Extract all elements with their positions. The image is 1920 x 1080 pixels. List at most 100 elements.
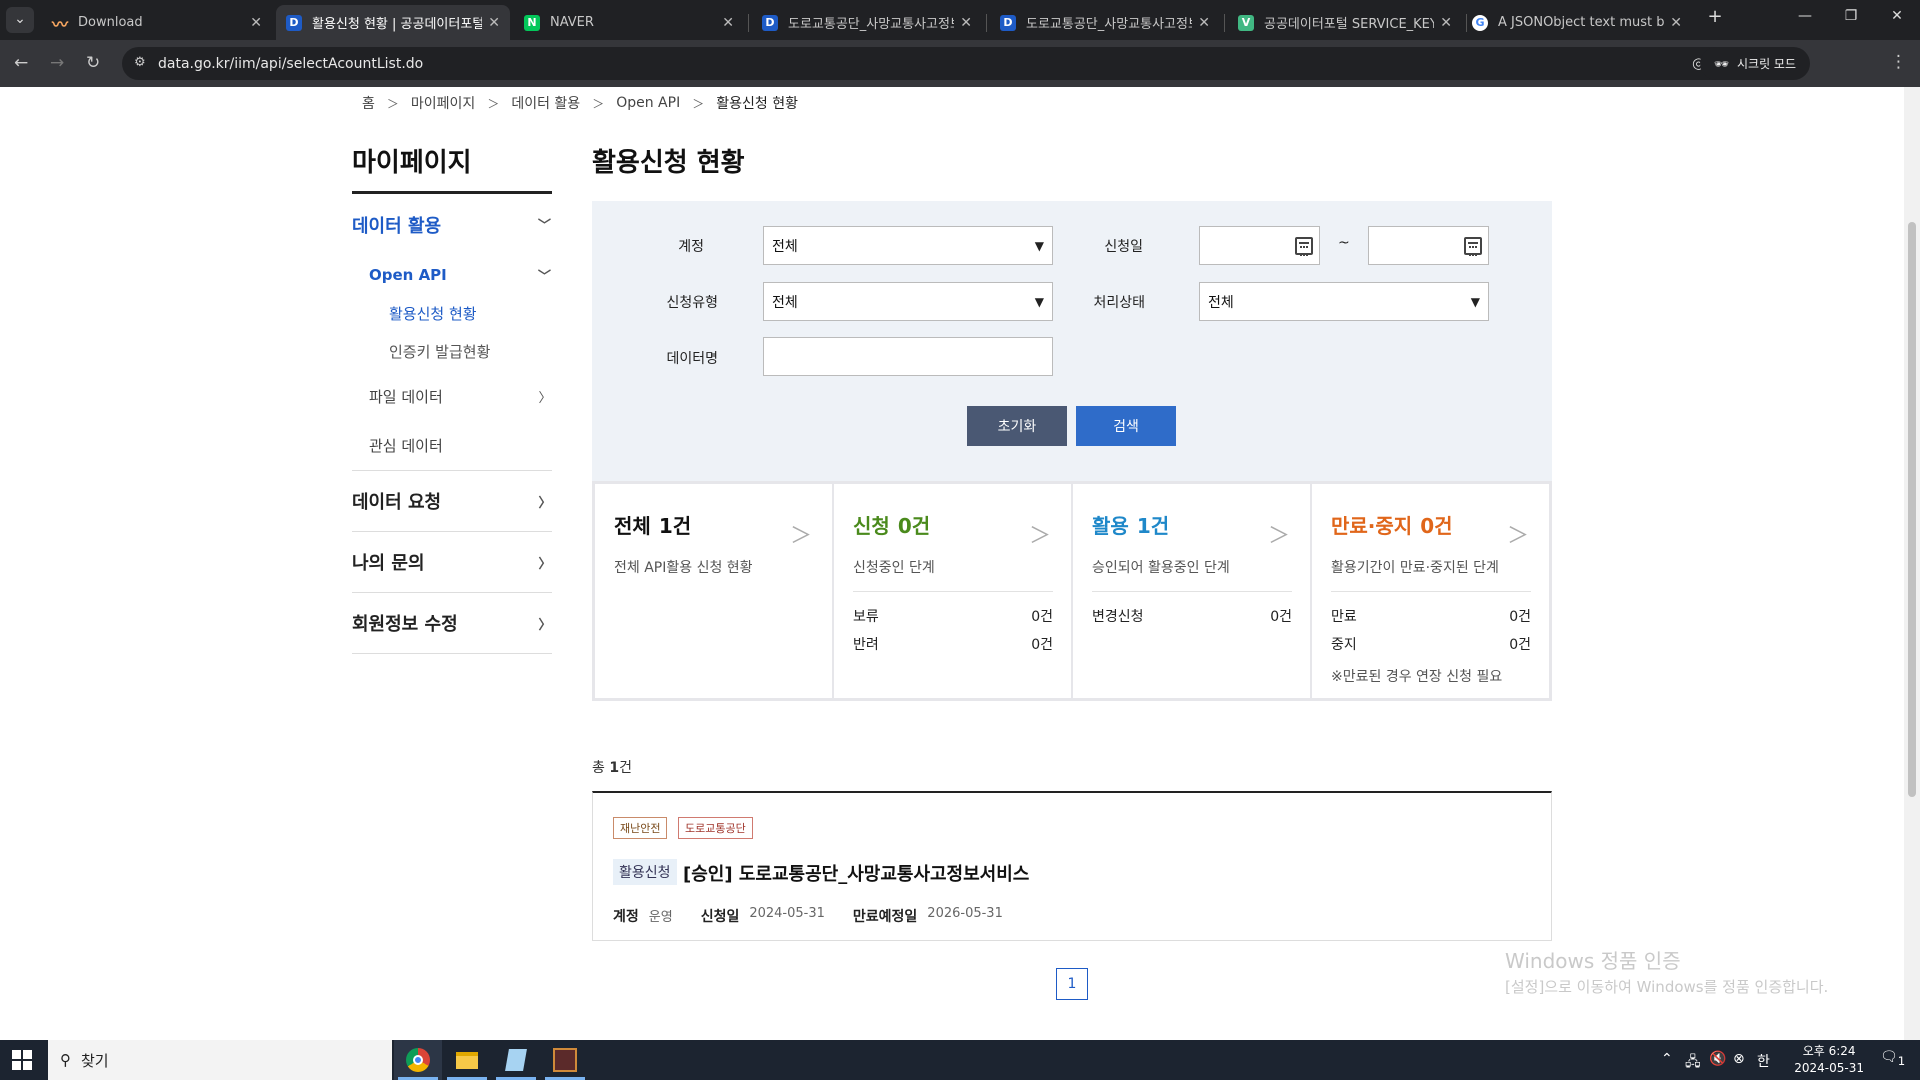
sidebar-item-label: 데이터 활용: [352, 215, 442, 237]
breadcrumb-mypage[interactable]: 마이페이지: [411, 93, 475, 113]
account-select-value: 전체: [772, 238, 798, 255]
clock-time: 오후 6:24: [1802, 1044, 1856, 1058]
notification-icon[interactable]: 🗨1: [1880, 1049, 1905, 1068]
close-window-icon[interactable]: ✕: [1882, 8, 1912, 24]
forward-icon[interactable]: →: [50, 53, 64, 73]
chevron-right-icon: ＞: [1028, 524, 1051, 549]
close-tab-icon[interactable]: ✕: [1440, 15, 1452, 31]
taskbar-search-input[interactable]: ⚲ 찾기: [48, 1040, 392, 1080]
data-name-input[interactable]: [763, 337, 1053, 376]
apply-date-end-input[interactable]: [1368, 226, 1489, 265]
volume-muted-icon[interactable]: 🔇: [1709, 1051, 1726, 1067]
sidebar-item-interest-data[interactable]: 관심 데이터: [352, 421, 552, 471]
summary-card-expire[interactable]: 만료·중지 0건 ＞ 활용기간이 만료·중지된 단계 만료 0건 중지 0건 ※만료된…: [1312, 484, 1549, 698]
tab-title: A JSONObject text must begin: [1498, 15, 1665, 30]
sidebar-item-label: 데이터 요청: [352, 492, 442, 513]
restore-icon[interactable]: ❐: [1836, 8, 1866, 24]
calendar-icon[interactable]: [1464, 236, 1482, 256]
url-text: data.go.kr/iim/api/selectAcountList.do: [158, 55, 424, 72]
naver-favicon-icon: N: [524, 14, 540, 31]
data-go-kr-favicon-icon: D: [286, 14, 302, 31]
status-select[interactable]: 전체 ▼: [1199, 282, 1489, 321]
summary-card-apply[interactable]: 신청 0건 ＞ 신청중인 단계 보류 0건 반려 0건: [834, 484, 1073, 698]
summary-card-all[interactable]: 전체 1건 ＞ 전체 API활용 신청 현황: [595, 484, 834, 698]
apply-date-label: 신청일: [1104, 239, 1143, 255]
minimize-icon[interactable]: —: [1790, 8, 1820, 24]
tab-download[interactable]: 〰 Download ✕: [42, 5, 272, 40]
sidebar-item-my-inquiry[interactable]: 나의 문의 〉: [352, 532, 552, 593]
chevron-right-icon: ＞: [1267, 524, 1290, 549]
network-icon[interactable]: 🖧: [1685, 1051, 1701, 1075]
tab-naver[interactable]: N NAVER ✕: [514, 5, 744, 40]
summary-row: 만료 0건: [1331, 602, 1531, 630]
sidebar-item-open-api[interactable]: Open API 〉: [352, 255, 552, 295]
total-suffix: 건: [619, 760, 632, 776]
close-tab-icon[interactable]: ✕: [960, 15, 972, 31]
menu-icon[interactable]: ⋮: [1890, 52, 1907, 72]
apply-date-start-input[interactable]: [1199, 226, 1320, 265]
windows-taskbar: ⚲ 찾기 ⌃ 🖧 🔇 ⊗ 한 오후 6:24 2024-05-31 🗨1: [0, 1040, 1920, 1080]
sidebar-item-apply-status[interactable]: 활용신청 현황: [352, 295, 552, 333]
chrome-taskbar-icon[interactable]: [394, 1040, 442, 1080]
sidebar-item-file-data[interactable]: 파일 데이터 〉: [352, 371, 552, 421]
summary-card-count: 1건: [1136, 514, 1170, 538]
account-select[interactable]: 전체 ▼: [763, 226, 1053, 265]
reload-icon[interactable]: ↻: [86, 53, 100, 73]
summary-card-use[interactable]: 활용 1건 ＞ 승인되어 활용중인 단계 변경신청 0건: [1073, 484, 1312, 698]
tab-search-button[interactable]: ⌄: [6, 7, 34, 33]
watermark-line-2: [설정]으로 이동하여 Windows를 정품 인증합니다.: [1505, 978, 1829, 996]
sidebar-item-key-status[interactable]: 인증키 발급현황: [352, 333, 552, 371]
close-tab-icon[interactable]: ✕: [722, 15, 734, 31]
search-button[interactable]: 검색: [1076, 406, 1176, 446]
sidebar-item-label: 회원정보 수정: [352, 614, 458, 635]
tab-jsonobject[interactable]: G A JSONObject text must begin ✕: [1462, 5, 1692, 40]
close-tab-icon[interactable]: ✕: [1670, 15, 1682, 31]
page-number-button[interactable]: 1: [1056, 968, 1088, 1000]
error-icon[interactable]: ⊗: [1733, 1051, 1745, 1067]
apply-type-select[interactable]: 전체 ▼: [763, 282, 1053, 321]
site-info-icon[interactable]: ⚙: [134, 55, 146, 70]
breadcrumb-data-use[interactable]: 데이터 활용: [511, 93, 580, 113]
reset-button[interactable]: 초기화: [967, 406, 1067, 446]
sidebar-item-label: 관심 데이터: [369, 437, 443, 455]
sidebar-item-data-request[interactable]: 데이터 요청 〉: [352, 471, 552, 532]
scrollbar-thumb[interactable]: [1908, 222, 1916, 797]
tab-service-key[interactable]: V 공공데이터포털 SERVICE_KEY_I ✕: [1228, 5, 1462, 40]
ime-icon[interactable]: 한: [1757, 1051, 1770, 1071]
summary-card-desc: 신청중인 단계: [853, 560, 935, 576]
summary-card-count: 1건: [658, 514, 692, 538]
tab-road-traffic-2[interactable]: D 도로교통공단_사망교통사고정보 ✕: [990, 5, 1220, 40]
windows-start-icon[interactable]: [12, 1050, 32, 1070]
breadcrumb-home[interactable]: 홈: [362, 93, 375, 113]
account-label: 계정: [678, 239, 704, 255]
file-explorer-taskbar-icon[interactable]: [443, 1040, 491, 1080]
url-bar[interactable]: ⚙ data.go.kr/iim/api/selectAcountList.do…: [122, 47, 1762, 80]
apply-type-badge: 활용신청: [613, 859, 677, 885]
new-tab-button[interactable]: +: [1700, 6, 1730, 27]
page-scrollbar[interactable]: [1904, 87, 1920, 1040]
close-tab-icon[interactable]: ✕: [250, 15, 262, 31]
status-select-value: 전체: [1208, 294, 1234, 311]
calendar-icon[interactable]: [1295, 236, 1313, 256]
back-icon[interactable]: ←: [14, 53, 28, 73]
tab-apply-status[interactable]: D 활용신청 현황 | 공공데이터포털 ✕: [276, 5, 510, 40]
item-title-link[interactable]: [승인] 도로교통공단_사망교통사고정보서비스: [683, 860, 1029, 886]
summary-row-value: 0건: [1031, 609, 1053, 625]
chevron-down-icon: 〉: [535, 217, 551, 231]
close-tab-icon[interactable]: ✕: [1198, 15, 1210, 31]
tab-title: NAVER: [550, 15, 594, 30]
summary-card-rows: 변경신청 0건: [1092, 591, 1292, 630]
notepad-taskbar-icon[interactable]: [492, 1040, 540, 1080]
taskbar-clock[interactable]: 오후 6:24 2024-05-31: [1794, 1043, 1864, 1077]
tab-road-traffic-1[interactable]: D 도로교통공단_사망교통사고정보 ✕: [752, 5, 982, 40]
sidebar-item-data-use[interactable]: 데이터 활용 〉: [352, 194, 552, 255]
app-taskbar-icon[interactable]: [541, 1040, 589, 1080]
summary-row-label: 중지: [1331, 637, 1357, 653]
close-tab-icon[interactable]: ✕: [488, 15, 500, 31]
sidebar-item-member-edit[interactable]: 회원정보 수정 〉: [352, 593, 552, 654]
breadcrumb-open-api[interactable]: Open API: [616, 95, 680, 111]
summary-card-note: ※만료된 경우 연장 신청 필요: [1331, 669, 1503, 685]
tab-title: 도로교통공단_사망교통사고정보: [788, 17, 955, 32]
chevron-up-icon[interactable]: ⌃: [1661, 1051, 1673, 1067]
incognito-indicator[interactable]: 🕶 시크릿 모드: [1699, 47, 1810, 80]
